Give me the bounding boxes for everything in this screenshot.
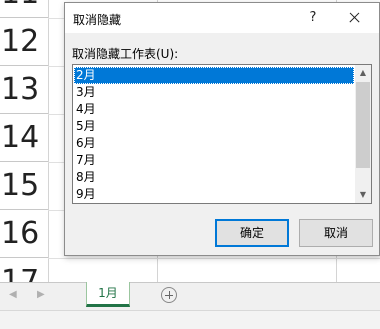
row-header[interactable]: 16 xyxy=(0,210,48,258)
unhide-dialog: 取消隐藏 ? 取消隐藏工作表(U): 2月 3月 4月 5月 6月 7月 8月 … xyxy=(64,2,380,256)
vertical-scrollbar[interactable]: ▲ ▼ xyxy=(355,65,371,203)
list-item-selected[interactable]: 2月 xyxy=(74,67,354,84)
sheet-tab-bar: ◀ ▶ 1月 xyxy=(0,282,380,310)
row-headers: 11 12 13 14 15 16 17 xyxy=(0,0,48,282)
hidden-sheets-listbox[interactable]: 2月 3月 4月 5月 6月 7月 8月 9月 ▲ ▼ xyxy=(72,64,372,204)
list-item[interactable]: 9月 xyxy=(74,186,354,203)
status-bar xyxy=(0,310,380,329)
row-header[interactable]: 17 xyxy=(0,258,48,282)
scrollbar-thumb[interactable] xyxy=(356,82,370,168)
row-header[interactable]: 12 xyxy=(0,18,48,66)
scroll-left-icon[interactable]: ◀ xyxy=(9,289,17,300)
sheet-tab-active[interactable]: 1月 xyxy=(86,282,130,307)
row-header[interactable]: 13 xyxy=(0,66,48,114)
dialog-titlebar: 取消隐藏 ? xyxy=(65,3,379,33)
scroll-down-icon[interactable]: ▼ xyxy=(355,187,371,203)
list-item[interactable]: 6月 xyxy=(74,135,354,152)
list-item[interactable]: 5月 xyxy=(74,118,354,135)
list-item[interactable]: 7月 xyxy=(74,152,354,169)
ok-button[interactable]: 确定 xyxy=(215,219,289,247)
cancel-button[interactable]: 取消 xyxy=(299,219,373,247)
list-item[interactable]: 8月 xyxy=(74,169,354,186)
close-icon[interactable] xyxy=(343,7,367,29)
scroll-up-icon[interactable]: ▲ xyxy=(355,65,371,81)
row-header[interactable]: 11 xyxy=(0,0,48,18)
row-header[interactable]: 15 xyxy=(0,162,48,210)
list-item[interactable]: 3月 xyxy=(74,84,354,101)
list-item[interactable]: 4月 xyxy=(74,101,354,118)
scroll-right-icon[interactable]: ▶ xyxy=(37,289,45,300)
grid-line xyxy=(48,0,49,282)
grid-line xyxy=(48,258,380,259)
sheet-list: 2月 3月 4月 5月 6月 7月 8月 9月 xyxy=(74,67,354,203)
add-sheet-icon[interactable] xyxy=(161,287,177,303)
row-header[interactable]: 14 xyxy=(0,114,48,162)
sheet-list-label: 取消隐藏工作表(U): xyxy=(72,47,179,61)
dialog-title: 取消隐藏 xyxy=(73,13,122,27)
help-button[interactable]: ? xyxy=(301,7,325,29)
